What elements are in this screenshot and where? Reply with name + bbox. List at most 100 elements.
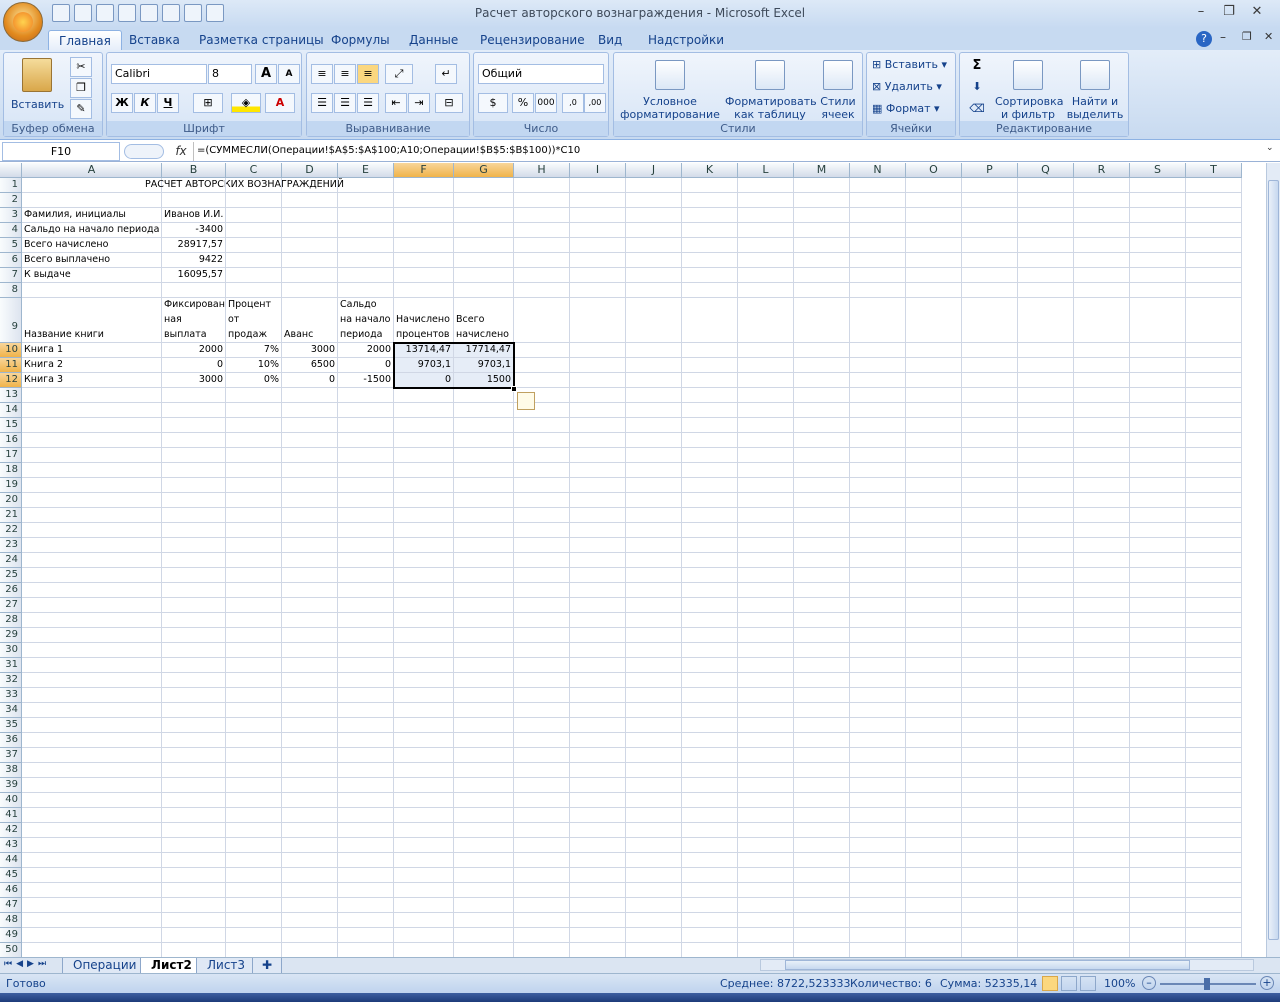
cell-p13[interactable] — [962, 388, 1018, 403]
cell-q31[interactable] — [1018, 658, 1074, 673]
cell-a31[interactable] — [22, 658, 162, 673]
cell-b49[interactable] — [162, 928, 226, 943]
cell-d20[interactable] — [282, 493, 338, 508]
cell-i28[interactable] — [570, 613, 626, 628]
cell-e25[interactable] — [338, 568, 394, 583]
cell-q42[interactable] — [1018, 823, 1074, 838]
column-header-q[interactable]: Q — [1018, 163, 1074, 178]
ribbon-restore-icon[interactable]: ❐ — [1242, 30, 1252, 43]
cell-k13[interactable] — [682, 388, 738, 403]
cell-a11[interactable]: Книга 2 — [22, 358, 162, 373]
cell-b44[interactable] — [162, 853, 226, 868]
cell-g33[interactable] — [454, 688, 514, 703]
cell-e29[interactable] — [338, 628, 394, 643]
cell-n50[interactable] — [850, 943, 906, 957]
cell-l29[interactable] — [738, 628, 794, 643]
cell-o17[interactable] — [906, 448, 962, 463]
cell-o28[interactable] — [906, 613, 962, 628]
cell-l50[interactable] — [738, 943, 794, 957]
cell-o6[interactable] — [906, 253, 962, 268]
cell-i37[interactable] — [570, 748, 626, 763]
cell-i40[interactable] — [570, 793, 626, 808]
cell-h8[interactable] — [514, 283, 570, 298]
cell-r13[interactable] — [1074, 388, 1130, 403]
cell-r47[interactable] — [1074, 898, 1130, 913]
cell-i21[interactable] — [570, 508, 626, 523]
cell-e39[interactable] — [338, 778, 394, 793]
cell-k16[interactable] — [682, 433, 738, 448]
cell-f9[interactable]: Начислено процентов — [394, 298, 454, 343]
cell-f33[interactable] — [394, 688, 454, 703]
cell-s23[interactable] — [1130, 538, 1186, 553]
cell-g21[interactable] — [454, 508, 514, 523]
cell-n26[interactable] — [850, 583, 906, 598]
cell-m3[interactable] — [794, 208, 850, 223]
sort-filter-button[interactable]: Сортировка и фильтр — [994, 55, 1064, 121]
zoom-slider-thumb[interactable] — [1204, 978, 1210, 990]
cell-l42[interactable] — [738, 823, 794, 838]
cell-l14[interactable] — [738, 403, 794, 418]
cell-h46[interactable] — [514, 883, 570, 898]
cell-n21[interactable] — [850, 508, 906, 523]
cell-q29[interactable] — [1018, 628, 1074, 643]
cell-a38[interactable] — [22, 763, 162, 778]
cell-m20[interactable] — [794, 493, 850, 508]
cell-i41[interactable] — [570, 808, 626, 823]
cell-j22[interactable] — [626, 523, 682, 538]
cell-r50[interactable] — [1074, 943, 1130, 957]
cell-l21[interactable] — [738, 508, 794, 523]
borders-icon[interactable]: ⊞ — [193, 93, 223, 113]
cell-a37[interactable] — [22, 748, 162, 763]
cell-g38[interactable] — [454, 763, 514, 778]
cell-h24[interactable] — [514, 553, 570, 568]
cell-n4[interactable] — [850, 223, 906, 238]
cell-s36[interactable] — [1130, 733, 1186, 748]
cell-l43[interactable] — [738, 838, 794, 853]
cell-q27[interactable] — [1018, 598, 1074, 613]
cell-n13[interactable] — [850, 388, 906, 403]
cell-n41[interactable] — [850, 808, 906, 823]
cell-k41[interactable] — [682, 808, 738, 823]
cell-j6[interactable] — [626, 253, 682, 268]
cell-q17[interactable] — [1018, 448, 1074, 463]
cell-f41[interactable] — [394, 808, 454, 823]
cell-r42[interactable] — [1074, 823, 1130, 838]
cell-c15[interactable] — [226, 418, 282, 433]
cell-t48[interactable] — [1186, 913, 1242, 928]
cell-j11[interactable] — [626, 358, 682, 373]
cell-h16[interactable] — [514, 433, 570, 448]
cell-s22[interactable] — [1130, 523, 1186, 538]
cell-m46[interactable] — [794, 883, 850, 898]
cell-h19[interactable] — [514, 478, 570, 493]
cell-h23[interactable] — [514, 538, 570, 553]
cell-d4[interactable] — [282, 223, 338, 238]
cell-n14[interactable] — [850, 403, 906, 418]
cell-f35[interactable] — [394, 718, 454, 733]
normal-view-icon[interactable] — [1042, 976, 1058, 991]
cell-p32[interactable] — [962, 673, 1018, 688]
cell-i30[interactable] — [570, 643, 626, 658]
cell-q19[interactable] — [1018, 478, 1074, 493]
cell-r39[interactable] — [1074, 778, 1130, 793]
cell-t17[interactable] — [1186, 448, 1242, 463]
cell-g28[interactable] — [454, 613, 514, 628]
cell-a47[interactable] — [22, 898, 162, 913]
percent-button[interactable]: % — [512, 93, 534, 113]
cell-f10[interactable]: 13714,47 — [394, 343, 454, 358]
cell-c7[interactable] — [226, 268, 282, 283]
cell-q13[interactable] — [1018, 388, 1074, 403]
cell-s25[interactable] — [1130, 568, 1186, 583]
cell-c10[interactable]: 7% — [226, 343, 282, 358]
cell-j25[interactable] — [626, 568, 682, 583]
cell-s32[interactable] — [1130, 673, 1186, 688]
cell-a6[interactable]: Всего выплачено — [22, 253, 162, 268]
cell-b45[interactable] — [162, 868, 226, 883]
cell-n35[interactable] — [850, 718, 906, 733]
cell-a14[interactable] — [22, 403, 162, 418]
tab-home[interactable]: Главная — [48, 30, 122, 50]
close-button[interactable]: ✕ — [1246, 4, 1268, 20]
cell-d50[interactable] — [282, 943, 338, 957]
cell-n22[interactable] — [850, 523, 906, 538]
cell-l32[interactable] — [738, 673, 794, 688]
cell-q7[interactable] — [1018, 268, 1074, 283]
